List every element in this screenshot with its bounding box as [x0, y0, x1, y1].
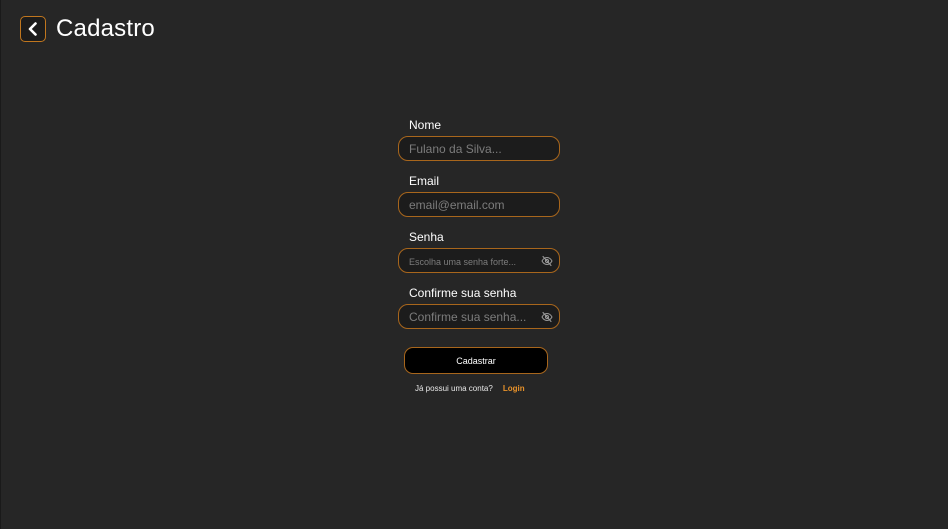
eye-off-icon[interactable]	[541, 255, 553, 267]
login-question-text: Já possui uma conta?	[415, 384, 493, 393]
confirm-password-label: Confirme sua senha	[409, 286, 517, 300]
password-label: Senha	[409, 230, 444, 244]
name-input[interactable]	[398, 136, 560, 161]
password-input[interactable]	[398, 248, 560, 273]
email-input[interactable]	[398, 192, 560, 217]
register-button[interactable]: Cadastrar	[404, 347, 548, 374]
chevron-left-icon	[28, 22, 37, 36]
confirm-password-field-wrapper	[398, 304, 560, 329]
signup-form: Nome Email Senha Confirme sua senha	[398, 118, 560, 342]
page-header: Cadastro	[20, 15, 155, 43]
page-title: Cadastro	[56, 15, 155, 42]
login-prompt: Já possui uma conta? Login	[415, 383, 525, 394]
name-field-wrapper	[398, 136, 560, 161]
email-label: Email	[409, 174, 440, 188]
name-label: Nome	[409, 118, 442, 132]
confirm-password-input[interactable]	[398, 304, 560, 329]
password-field-wrapper	[398, 248, 560, 273]
eye-off-icon[interactable]	[541, 311, 553, 323]
email-field-wrapper	[398, 192, 560, 217]
login-link[interactable]: Login	[503, 383, 525, 394]
back-button[interactable]	[20, 16, 46, 42]
